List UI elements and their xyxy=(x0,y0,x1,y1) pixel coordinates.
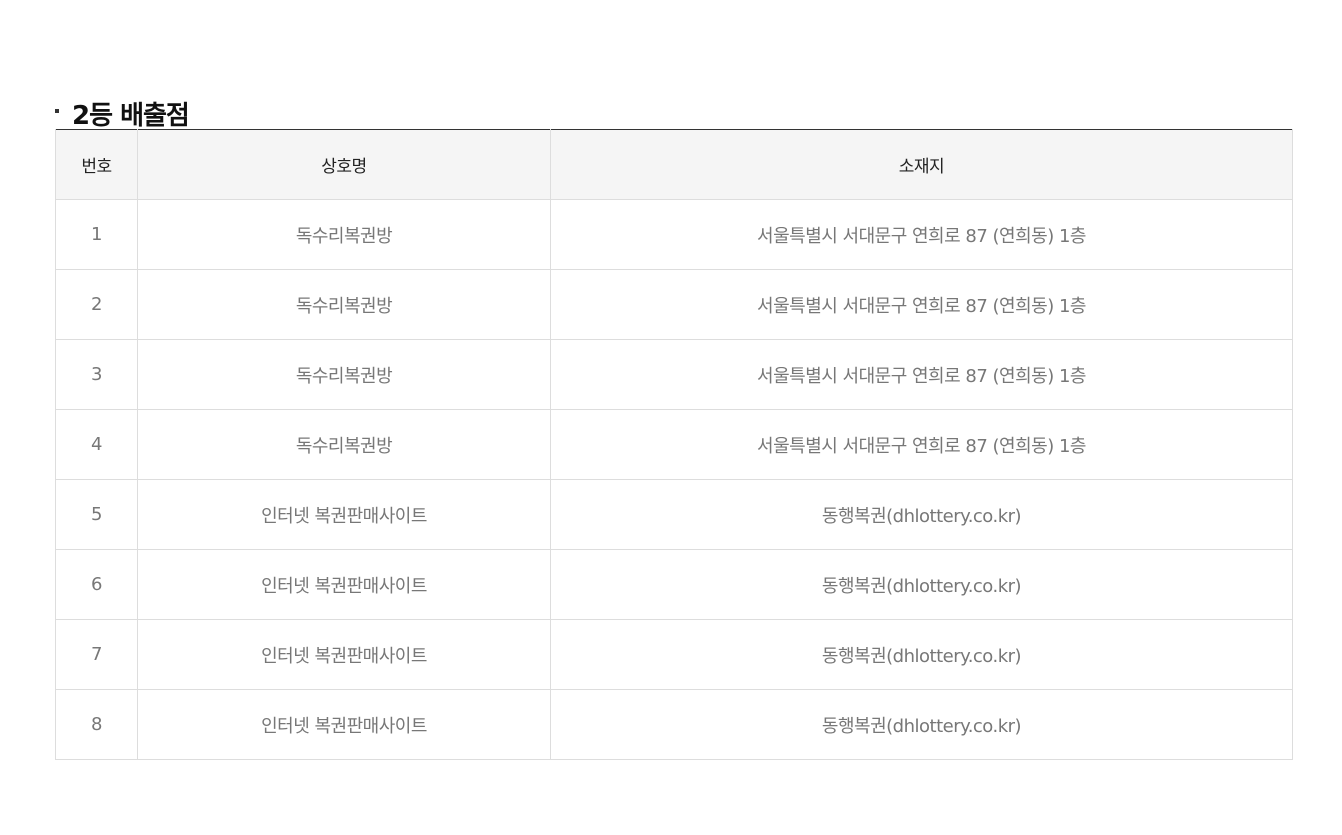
header-row: 번호 상호명 소재지 xyxy=(55,129,1293,200)
table-row: 7 인터넷 복권판매사이트 동행복권(dhlottery.co.kr) xyxy=(55,619,1293,690)
row-number: 8 xyxy=(55,689,138,760)
row-address: 동행복권(dhlottery.co.kr) xyxy=(550,689,1293,760)
row-number: 6 xyxy=(55,549,138,620)
row-address: 동행복권(dhlottery.co.kr) xyxy=(550,619,1293,690)
stores-table: 번호 상호명 소재지 1 독수리복권방 서울특별시 서대문구 연희로 87 (연… xyxy=(55,129,1293,760)
row-store-name: 독수리복권방 xyxy=(137,339,551,410)
row-number: 5 xyxy=(55,479,138,550)
row-number: 2 xyxy=(55,269,138,340)
row-address: 서울특별시 서대문구 연희로 87 (연희동) 1층 xyxy=(550,339,1293,410)
header-store-name: 상호명 xyxy=(137,129,551,200)
row-address: 동행복권(dhlottery.co.kr) xyxy=(550,549,1293,620)
row-address: 동행복권(dhlottery.co.kr) xyxy=(550,479,1293,550)
header-address: 소재지 xyxy=(550,129,1293,200)
row-number: 1 xyxy=(55,199,138,270)
table-row: 8 인터넷 복권판매사이트 동행복권(dhlottery.co.kr) xyxy=(55,689,1293,760)
table-row: 3 독수리복권방 서울특별시 서대문구 연희로 87 (연희동) 1층 xyxy=(55,339,1293,410)
row-store-name: 독수리복권방 xyxy=(137,269,551,340)
row-store-name: 인터넷 복권판매사이트 xyxy=(137,619,551,690)
table-body: 1 독수리복권방 서울특별시 서대문구 연희로 87 (연희동) 1층 2 독수… xyxy=(55,199,1293,760)
row-address: 서울특별시 서대문구 연희로 87 (연희동) 1층 xyxy=(550,269,1293,340)
section-title-text: 2등 배출점 xyxy=(72,101,190,132)
row-store-name: 독수리복권방 xyxy=(137,199,551,270)
row-number: 3 xyxy=(55,339,138,410)
row-store-name: 독수리복권방 xyxy=(137,409,551,480)
row-store-name: 인터넷 복권판매사이트 xyxy=(137,549,551,620)
bullet-icon xyxy=(55,108,59,113)
section-title: 2등 배출점 xyxy=(55,94,190,134)
row-number: 7 xyxy=(55,619,138,690)
row-address: 서울특별시 서대문구 연희로 87 (연희동) 1층 xyxy=(550,409,1293,480)
table-row: 1 독수리복권방 서울특별시 서대문구 연희로 87 (연희동) 1층 xyxy=(55,199,1293,270)
table-row: 4 독수리복권방 서울특별시 서대문구 연희로 87 (연희동) 1층 xyxy=(55,409,1293,480)
table-row: 5 인터넷 복권판매사이트 동행복권(dhlottery.co.kr) xyxy=(55,479,1293,550)
table-row: 6 인터넷 복권판매사이트 동행복권(dhlottery.co.kr) xyxy=(55,549,1293,620)
row-number: 4 xyxy=(55,409,138,480)
row-store-name: 인터넷 복권판매사이트 xyxy=(137,689,551,760)
table-row: 2 독수리복권방 서울특별시 서대문구 연희로 87 (연희동) 1층 xyxy=(55,269,1293,340)
row-address: 서울특별시 서대문구 연희로 87 (연희동) 1층 xyxy=(550,199,1293,270)
header-number: 번호 xyxy=(55,129,138,200)
row-store-name: 인터넷 복권판매사이트 xyxy=(137,479,551,550)
table-header: 번호 상호명 소재지 xyxy=(55,129,1293,200)
